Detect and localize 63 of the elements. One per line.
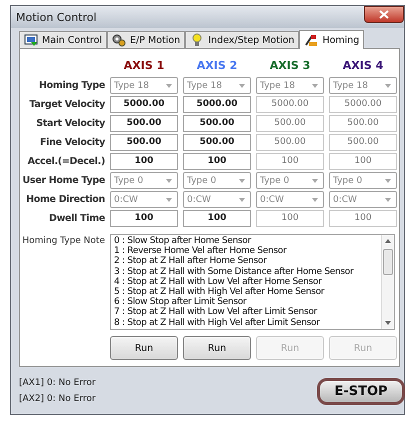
- window-title: Motion Control: [16, 10, 97, 24]
- input-field[interactable]: 100: [183, 210, 251, 227]
- field-label: Accel.(=Decel.): [26, 156, 105, 167]
- input-field[interactable]: 100: [110, 153, 178, 170]
- scroll-down-icon: [385, 321, 391, 325]
- monitor-icon: [24, 33, 38, 47]
- e-stop-button[interactable]: E-STOP: [317, 378, 405, 404]
- caret-icon: [166, 84, 172, 88]
- list-item[interactable]: 2 : Stop at Z Hall after Home Sensor: [114, 256, 378, 267]
- caret-icon: [312, 198, 318, 202]
- input-field[interactable]: 500.00: [110, 134, 178, 151]
- field-label: Homing Type Note: [21, 235, 105, 248]
- caret-icon: [312, 84, 318, 88]
- field-label: Dwell Time: [48, 213, 105, 224]
- caret-icon: [385, 178, 391, 182]
- list-item[interactable]: 1 : Reverse Home Vel after Home Sensor: [114, 246, 378, 256]
- tab[interactable]: E/P Motion: [107, 31, 186, 48]
- list-item[interactable]: 5 : Stop at Z Hall with High Vel after Home Sensor: [114, 287, 378, 298]
- bulb-icon: [190, 33, 204, 47]
- tab[interactable]: Main Control: [19, 31, 108, 48]
- field-label: User Home Type: [21, 175, 105, 186]
- list-item[interactable]: 7 : Stop at Z Hall with Low Vel after Limit Sensor: [114, 307, 378, 318]
- scroll-thumb[interactable]: [383, 249, 393, 275]
- tools-icon: [304, 33, 318, 47]
- input-field[interactable]: 100: [183, 153, 251, 170]
- tab[interactable]: Index/Step Motion: [185, 31, 300, 48]
- tab[interactable]: Homing: [299, 30, 364, 49]
- input-field[interactable]: 500.00: [183, 134, 251, 151]
- list-item[interactable]: 0 : Slow Stop after Home Sensor: [114, 236, 378, 246]
- list-item[interactable]: 8 : Stop at Z Hall with High Vel after Limit Sensor: [114, 318, 378, 328]
- caret-icon: [312, 178, 318, 182]
- input-field[interactable]: 500.00: [110, 115, 178, 132]
- input-field[interactable]: 100: [110, 210, 178, 227]
- scroll-up-icon: [385, 239, 391, 243]
- run-button[interactable]: Run: [183, 336, 251, 360]
- close-button[interactable]: [364, 6, 404, 23]
- field-label: Fine Velocity: [38, 137, 105, 148]
- input-field[interactable]: 5000.00: [183, 96, 251, 113]
- axis-heading: AXIS 1: [122, 58, 166, 74]
- axis-heading: AXIS 4: [342, 58, 384, 74]
- caret-icon: [166, 178, 172, 182]
- scroll-bar[interactable]: [381, 235, 394, 329]
- status-message: [AX2] 0: No Error: [19, 393, 96, 406]
- field-label: Homing Type: [38, 80, 105, 91]
- axis-heading: AXIS 3: [268, 58, 312, 74]
- run-button[interactable]: Run: [110, 336, 178, 360]
- list-item[interactable]: 6 : Slow Stop after Limit Sensor: [114, 297, 378, 308]
- status-message: [AX1] 0: No Error: [19, 377, 96, 390]
- caret-icon: [385, 84, 391, 88]
- caret-icon: [239, 198, 245, 202]
- input-field[interactable]: 5000.00: [110, 96, 178, 113]
- caret-icon: [239, 178, 245, 182]
- field-label: Start Velocity: [35, 118, 105, 129]
- field-label: Home Direction: [25, 194, 105, 205]
- caret-icon: [166, 198, 172, 202]
- close-icon: [379, 10, 389, 19]
- input-field[interactable]: 500.00: [183, 115, 251, 132]
- list-item[interactable]: 3 : Stop at Z Hall with Some Distance after Home Sensor: [114, 266, 378, 277]
- field-label: Target Velocity: [28, 99, 105, 110]
- caret-icon: [239, 84, 245, 88]
- caret-icon: [385, 198, 391, 202]
- axis-heading: AXIS 2: [196, 58, 238, 74]
- list-item[interactable]: 4 : Stop at Z Hall with Low Vel after Home Sensor: [114, 276, 378, 288]
